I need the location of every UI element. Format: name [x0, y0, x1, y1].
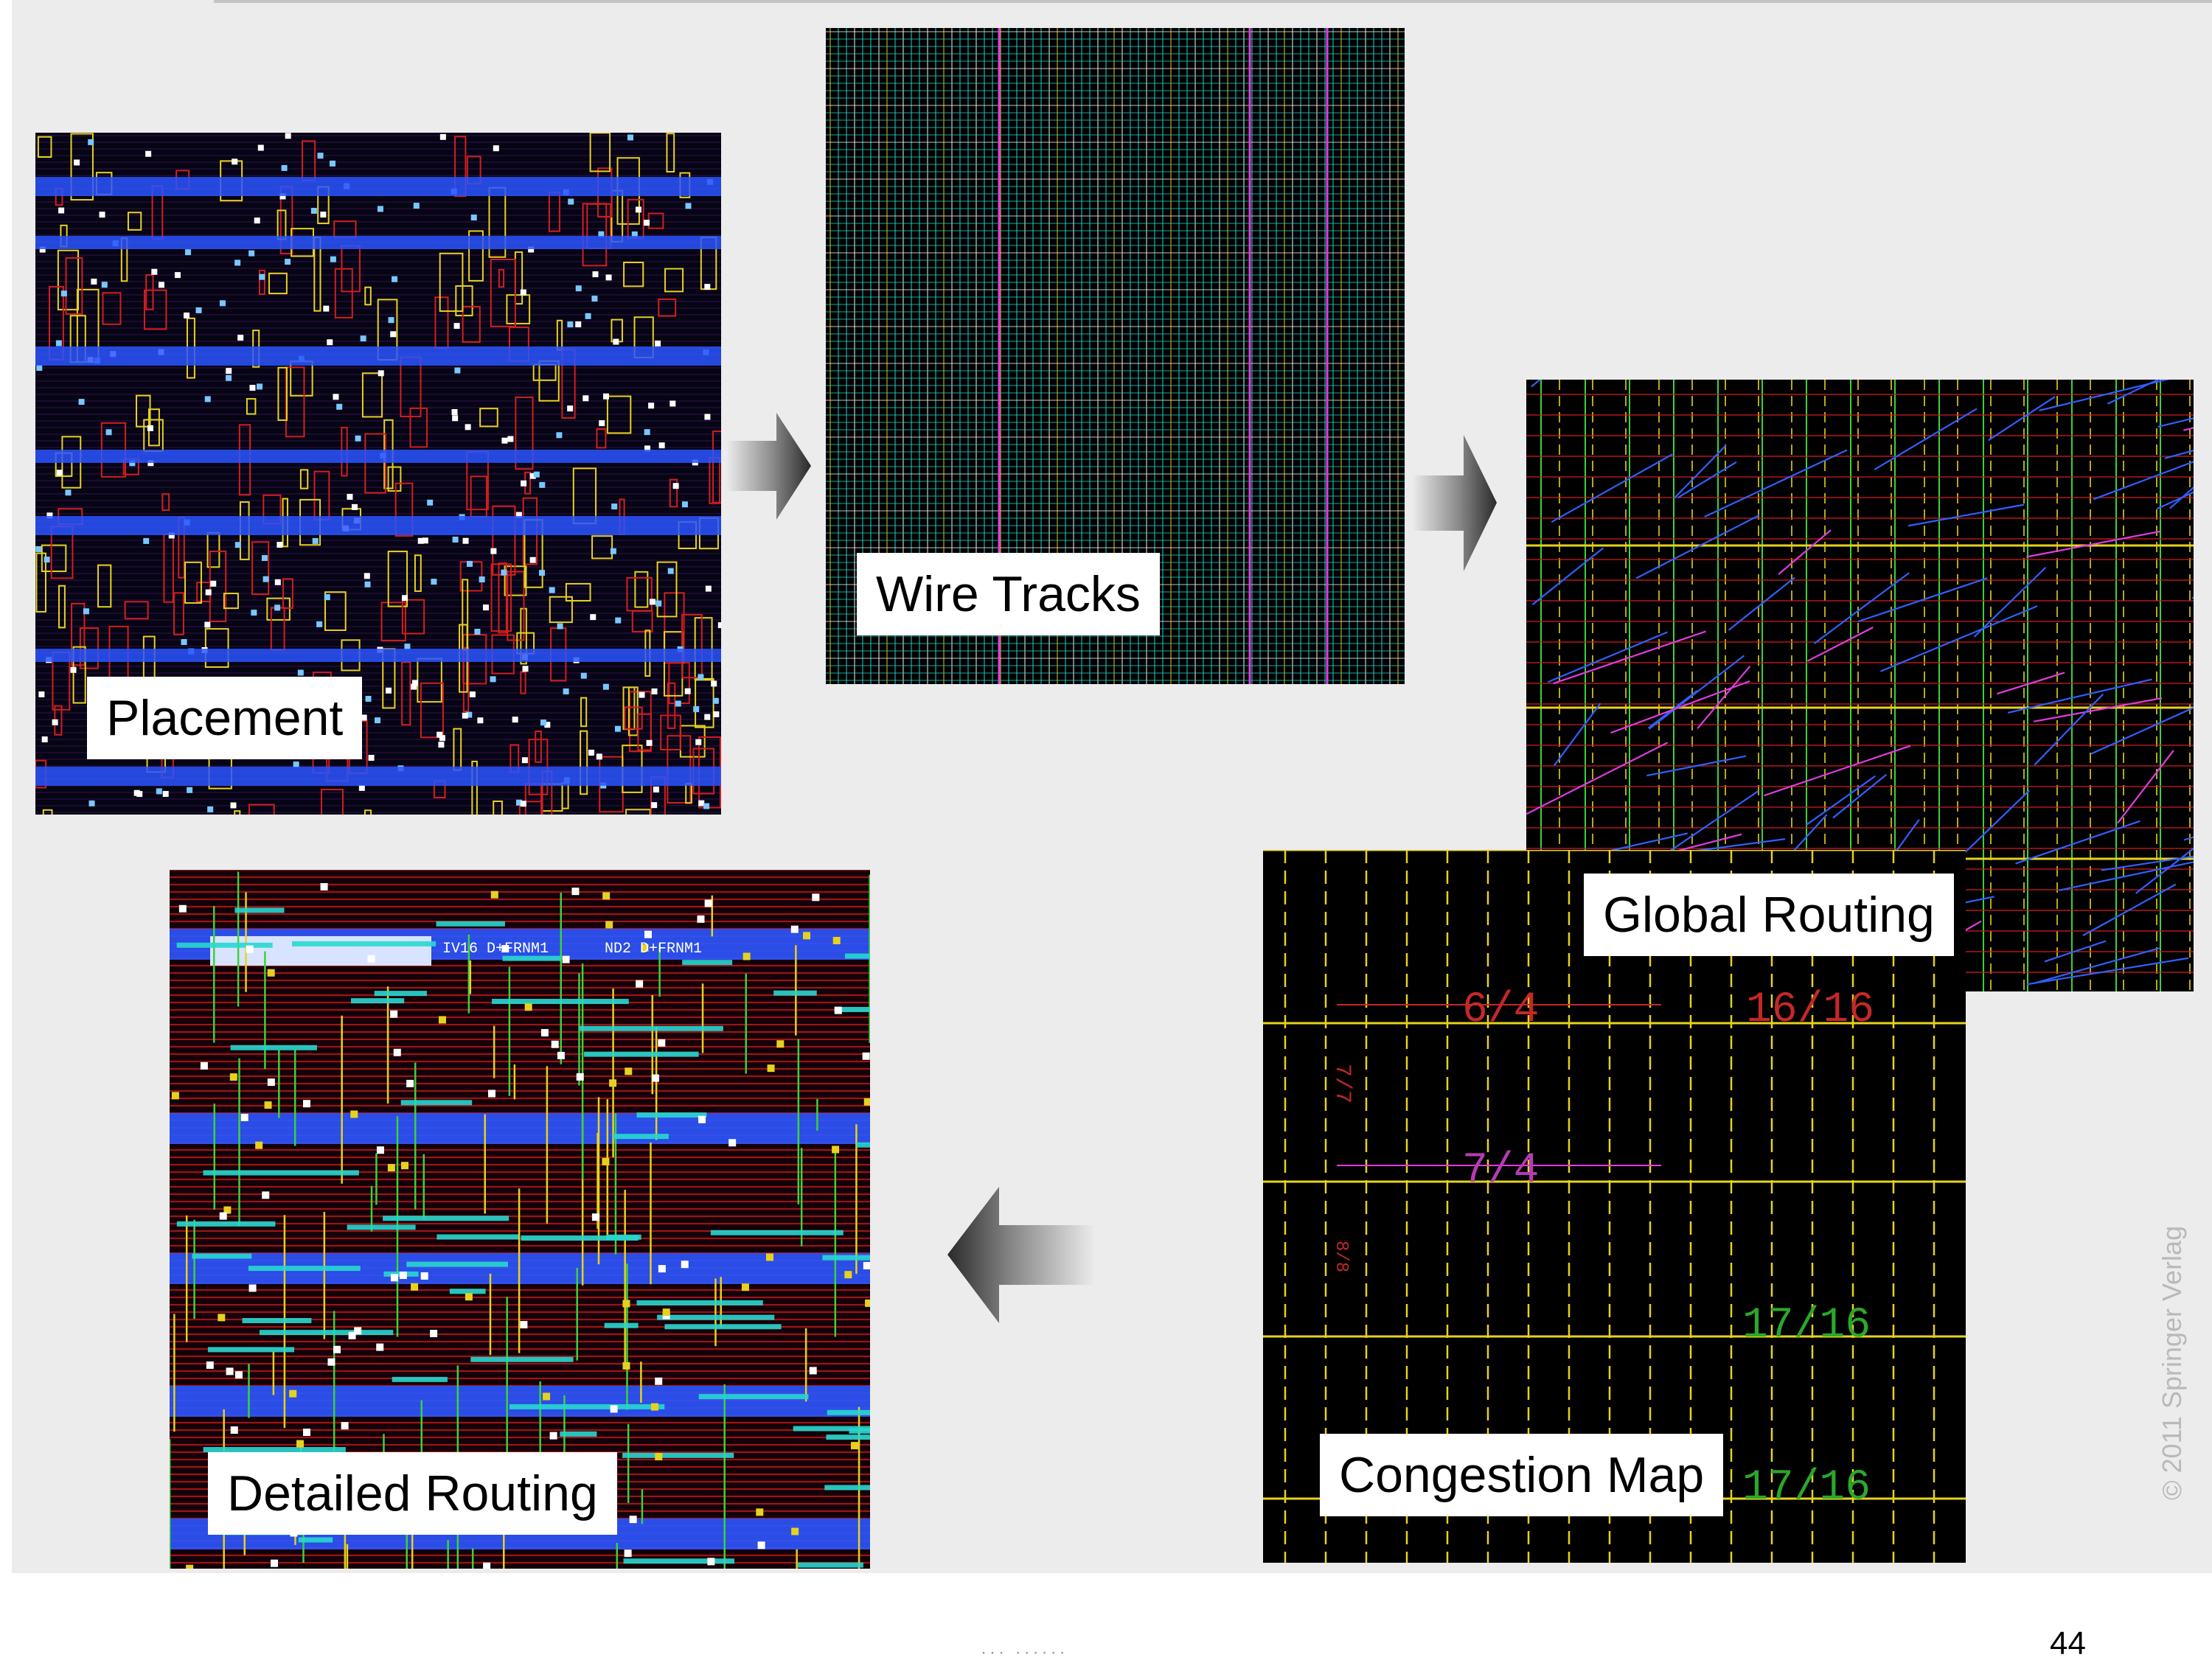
- congestion-ratio-2: 16/16: [1746, 986, 1874, 1034]
- wire-tracks-label: Wire Tracks: [857, 553, 1160, 635]
- placement-label: Placement: [87, 677, 362, 759]
- congestion-vratio-1: 7/7: [1329, 1064, 1354, 1104]
- congestion-ratio-3: 7/4: [1462, 1147, 1539, 1195]
- detailed-cell-label-2: ND2 D+FRNM1: [605, 941, 702, 958]
- detailed-cell-label-1: IV16 D+FRNM1: [442, 941, 549, 958]
- arrow-icon: [1412, 435, 1497, 571]
- global-routing-label: Global Routing: [1584, 874, 1954, 956]
- congestion-ratio-5: 17/16: [1742, 1464, 1871, 1512]
- congestion-ratio-1: 6/4: [1462, 986, 1539, 1034]
- page-number: 44: [2050, 1625, 2086, 1662]
- copyright-notice: © 2011 Springer Verlag: [2157, 1226, 2188, 1500]
- arrow-icon: [726, 413, 811, 520]
- congestion-ratio-4: 17/16: [1742, 1302, 1871, 1350]
- congestion-map-label: Congestion Map: [1320, 1434, 1723, 1516]
- congestion-vratio-2: 8/8: [1331, 1241, 1351, 1272]
- top-rule: [214, 0, 2212, 3]
- detailed-routing-label: Detailed Routing: [208, 1452, 617, 1535]
- footer-text: ··· ······: [981, 1642, 1068, 1663]
- arrow-icon: [947, 1187, 1095, 1323]
